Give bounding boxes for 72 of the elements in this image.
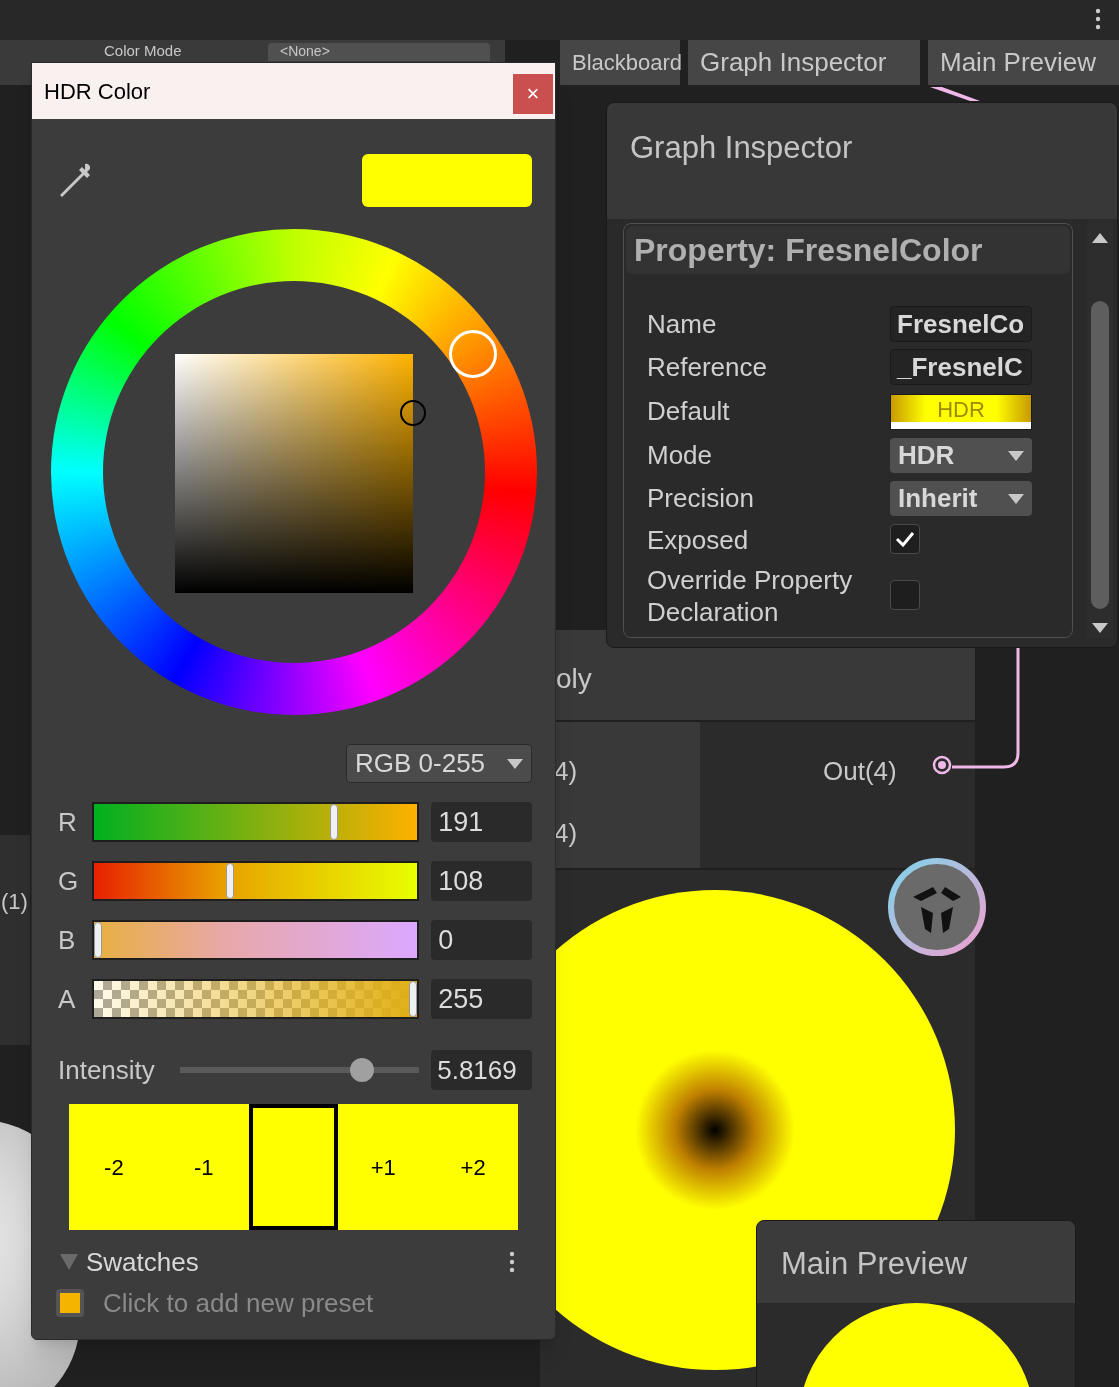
color-mode-dropdown[interactable]: RGB 0-255 <box>346 744 532 783</box>
channel-label: A <box>58 982 77 1016</box>
channel-slider[interactable] <box>91 802 420 842</box>
more-options-icon[interactable] <box>1095 8 1101 30</box>
field-label: Exposed <box>647 524 750 556</box>
caret-icon <box>1008 493 1024 504</box>
field-label: Reference <box>647 351 767 383</box>
dropdown[interactable]: Inherit <box>890 481 1032 516</box>
checkbox[interactable] <box>890 524 920 554</box>
output-port-icon[interactable] <box>931 754 953 776</box>
field-label: Name <box>647 308 717 340</box>
saturation-value-square[interactable] <box>174 354 413 593</box>
slider-thumb[interactable] <box>349 1058 374 1082</box>
intensity-swatch[interactable]: +2 <box>428 1104 518 1230</box>
slider-thumb[interactable] <box>226 863 235 899</box>
check-icon <box>895 531 915 547</box>
channel-label: B <box>58 923 77 957</box>
node-title: oly <box>556 662 592 696</box>
preset-swatch[interactable] <box>56 1289 84 1317</box>
more-options-icon[interactable] <box>509 1251 515 1273</box>
text-field[interactable]: FresnelCo <box>890 306 1032 342</box>
panel-tab[interactable]: Graph Inspector <box>688 40 920 85</box>
property-header: Property: FresnelColor <box>626 226 1070 274</box>
channel-slider[interactable] <box>91 920 420 960</box>
panel-tab[interactable]: Blackboard <box>560 40 680 85</box>
dropdown[interactable]: HDR <box>890 438 1032 473</box>
panel-title: Main Preview <box>781 1245 968 1283</box>
dropdown-value: RGB 0-255 <box>355 747 486 780</box>
input-port-label: 4) <box>554 755 578 788</box>
node-port-label: (1) <box>1 888 28 916</box>
value-field[interactable]: 191 <box>431 802 532 842</box>
scroll-up-icon[interactable] <box>1092 233 1108 243</box>
intensity-swatch[interactable]: +1 <box>338 1104 429 1230</box>
field-label: Precision <box>647 482 754 514</box>
dropdown-value: Inherit <box>898 482 978 515</box>
field-label: Default <box>647 395 730 427</box>
caret-icon <box>507 758 523 769</box>
panel-title: Graph Inspector <box>630 129 853 167</box>
section-label: Swatches <box>86 1245 199 1279</box>
intensity-label: Intensity <box>58 1053 156 1087</box>
node-badge-icon <box>887 857 987 957</box>
channel-slider[interactable] <box>91 861 420 901</box>
channel-slider[interactable] <box>91 979 420 1019</box>
caret-icon <box>1008 450 1024 461</box>
channel-label: G <box>58 864 80 898</box>
value-field[interactable]: 255 <box>431 979 532 1019</box>
output-port-label: Out(4) <box>823 755 897 788</box>
close-button[interactable]: × <box>513 74 553 114</box>
checkbox[interactable] <box>890 580 920 610</box>
hue-handle[interactable] <box>448 330 497 378</box>
field-label: Override Property Declaration <box>647 564 854 628</box>
text-field[interactable]: _FresnelC <box>890 349 1032 385</box>
value-field[interactable]: 5.8169 <box>431 1050 532 1090</box>
scroll-down-icon[interactable] <box>1092 623 1108 633</box>
input-port-label: 4) <box>554 817 578 850</box>
scrollbar-thumb[interactable] <box>1091 301 1109 609</box>
square-handle[interactable] <box>399 400 426 426</box>
panel-tab[interactable]: Main Preview <box>928 40 1119 85</box>
color-mode-label: Color Mode <box>104 42 182 60</box>
intensity-swatch[interactable]: -1 <box>158 1104 249 1230</box>
dialog-title: HDR Color <box>44 77 151 106</box>
slider-thumb[interactable] <box>93 922 102 958</box>
slider-thumb[interactable] <box>409 981 418 1017</box>
field-label: Mode <box>647 439 713 471</box>
color-mode-dropdown[interactable]: <None> <box>268 43 490 61</box>
intensity-swatch[interactable]: -2 <box>69 1104 159 1230</box>
channel-label: R <box>58 805 78 839</box>
value-field[interactable]: 108 <box>431 861 532 901</box>
intensity-swatch[interactable] <box>248 1104 339 1230</box>
dropdown-value: HDR <box>898 439 955 472</box>
slider-thumb[interactable] <box>330 804 339 840</box>
value-field[interactable]: 0 <box>431 920 532 960</box>
